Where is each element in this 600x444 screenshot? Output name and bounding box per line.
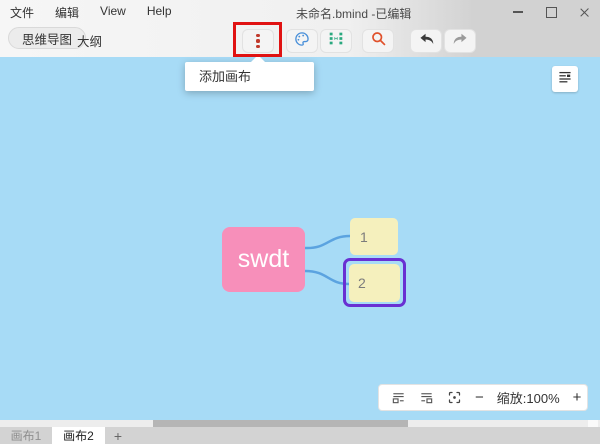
- zoom-control-bar: − 缩放:100% +: [378, 384, 588, 411]
- title-bar: 文件 编辑 View Help 未命名.bmind -已编辑 思维导图 大纲: [0, 0, 600, 57]
- child-node-2[interactable]: 2: [349, 264, 400, 302]
- canvas-tab-1[interactable]: 画布1: [0, 427, 52, 444]
- theme-button[interactable]: [286, 29, 318, 53]
- maximize-button[interactable]: [543, 4, 559, 20]
- zoom-level-label: 缩放:100%: [496, 391, 560, 406]
- canvas-tab-bar: 画布1 画布2 +: [0, 427, 600, 444]
- scrollbar-end: [588, 420, 598, 427]
- close-button[interactable]: [576, 4, 592, 20]
- redo-button[interactable]: [444, 29, 476, 53]
- focus-center-icon[interactable]: [447, 390, 462, 405]
- menu-edit[interactable]: 编辑: [53, 3, 81, 22]
- palette-icon: [293, 30, 311, 53]
- menu-help[interactable]: Help: [145, 3, 174, 22]
- zoom-in-button[interactable]: +: [573, 390, 582, 405]
- outline-panel-button[interactable]: [552, 66, 578, 92]
- vertical-dots-icon: [256, 33, 260, 49]
- horizontal-scrollbar[interactable]: [0, 420, 600, 427]
- align-right-icon[interactable]: [419, 390, 434, 405]
- close-icon: [579, 7, 590, 18]
- minimize-icon: [513, 11, 523, 13]
- window-controls: [510, 4, 592, 20]
- undo-icon: [418, 30, 435, 52]
- search-icon: [370, 30, 387, 52]
- undo-button[interactable]: [410, 29, 442, 53]
- add-canvas-tab-button[interactable]: +: [108, 427, 128, 444]
- scrollbar-thumb[interactable]: [153, 420, 408, 427]
- menu-file[interactable]: 文件: [8, 3, 36, 22]
- tab-mindmap[interactable]: 思维导图: [8, 27, 87, 49]
- add-canvas-menu-item[interactable]: 添加画布: [185, 62, 314, 91]
- tab-outline[interactable]: 大纲: [77, 31, 102, 50]
- more-options-popup: 添加画布: [185, 55, 314, 91]
- child-node-1[interactable]: 1: [350, 218, 398, 255]
- structure-button[interactable]: [320, 29, 352, 53]
- maximize-icon: [545, 6, 557, 18]
- canvas-tab-2[interactable]: 画布2: [52, 427, 105, 444]
- minimize-button[interactable]: [510, 4, 526, 20]
- outline-list-icon: [557, 69, 573, 90]
- menu-view[interactable]: View: [98, 3, 128, 22]
- root-node[interactable]: swdt: [222, 227, 305, 292]
- window-title: 未命名.bmind -已编辑: [296, 7, 412, 21]
- align-left-icon[interactable]: [391, 390, 406, 405]
- search-button[interactable]: [362, 29, 394, 53]
- more-options-button[interactable]: [242, 29, 274, 53]
- redo-icon: [452, 30, 469, 52]
- menu-bar: 文件 编辑 View Help: [8, 3, 174, 22]
- structure-icon: [327, 31, 345, 51]
- zoom-out-button[interactable]: −: [475, 390, 484, 405]
